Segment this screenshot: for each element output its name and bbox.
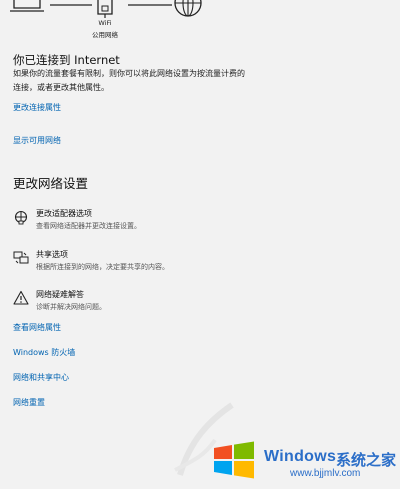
- sharing-icon: [13, 251, 29, 264]
- watermark-brand: Windows: [264, 448, 337, 465]
- windows-logo-icon: [214, 441, 254, 479]
- show-available-networks-link[interactable]: 显示可用网络: [13, 135, 61, 146]
- computer-icon: [10, 0, 44, 12]
- description-line-2: 连接，或者更改其他属性。: [13, 83, 109, 92]
- option-title: 网络疑难解答: [36, 290, 84, 299]
- option-description: 查看网络适配器并更改连接设置。: [36, 222, 141, 230]
- metered-description: 如果你的流量套餐有限制，则你可以将此网络设置为按流量计费的 连接，或者更改其他属…: [13, 67, 393, 95]
- view-network-properties-link[interactable]: 查看网络属性: [13, 322, 61, 333]
- watermark-url: www.bjjmlv.com: [290, 468, 361, 479]
- windows-firewall-link[interactable]: Windows 防火墙: [13, 347, 75, 358]
- watermark-brand-cn: 系统之家: [336, 451, 397, 469]
- globe-icon: [174, 0, 202, 17]
- wifi-router-icon: [97, 0, 113, 18]
- network-profile-label: 公用网络: [92, 31, 118, 39]
- description-line-1: 如果你的流量套餐有限制，则你可以将此网络设置为按流量计费的: [13, 69, 245, 78]
- sharing-options[interactable]: 共享选项 根据所连接到的网络，决定要共享的内容。: [13, 248, 313, 274]
- adapter-type-label: WiFi: [98, 19, 112, 27]
- option-title: 共享选项: [36, 250, 68, 259]
- adapter-icon: [14, 210, 28, 225]
- network-sharing-center-link[interactable]: 网络和共享中心: [13, 372, 69, 383]
- change-adapter-options[interactable]: 更改适配器选项 查看网络适配器并更改连接设置。: [13, 207, 313, 233]
- option-description: 诊断并解决网络问题。: [36, 303, 106, 311]
- warning-icon: [13, 290, 29, 305]
- option-title: 更改适配器选项: [36, 209, 92, 218]
- change-network-settings-heading: 更改网络设置: [13, 176, 89, 191]
- connection-status-title: 你已连接到 Internet: [13, 53, 120, 67]
- network-reset-link[interactable]: 网络重置: [13, 397, 45, 408]
- option-description: 根据所连接到的网络，决定要共享的内容。: [36, 263, 169, 271]
- change-connection-properties-link[interactable]: 更改连接属性: [13, 102, 61, 113]
- network-troubleshooter[interactable]: 网络疑难解答 诊断并解决网络问题。: [13, 288, 313, 314]
